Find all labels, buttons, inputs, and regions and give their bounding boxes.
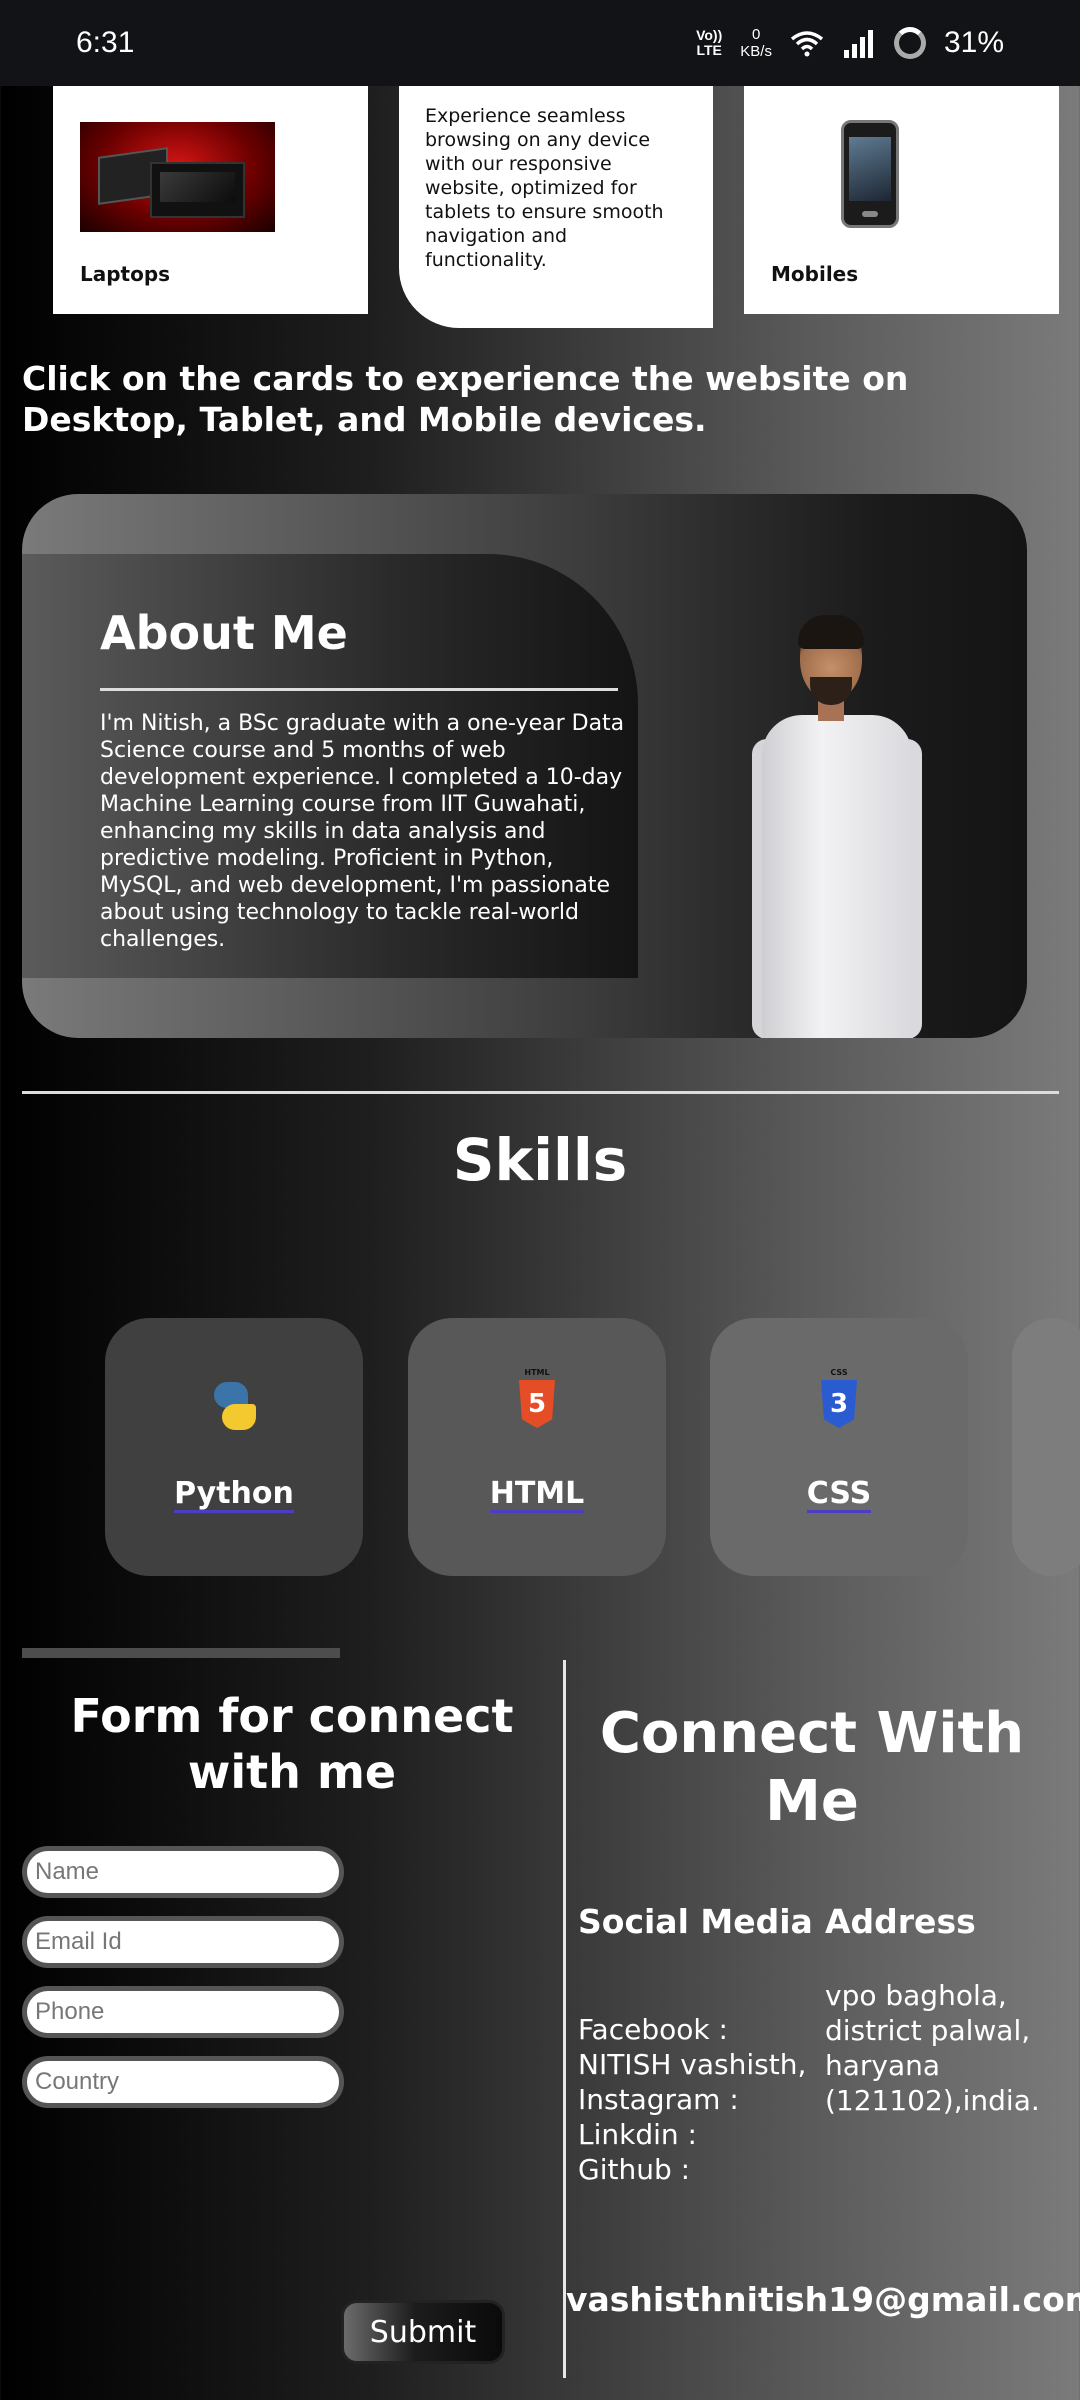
mobile-phone-image	[841, 120, 899, 228]
tablet-card[interactable]: Experience seamless browsing on any devi…	[399, 86, 713, 328]
status-time: 6:31	[76, 26, 135, 59]
about-divider	[100, 688, 618, 691]
connect-title: Connect With Me	[599, 1701, 1025, 1834]
address-text: vpo baghola, district palwal, haryana (1…	[825, 1979, 1040, 2117]
name-field[interactable]	[22, 1846, 344, 1898]
email-link[interactable]: vashisthnitish19@gmail.com	[566, 2280, 1080, 2319]
address-title: Address	[825, 1902, 976, 1941]
about-section: About Me I'm Nitish, a BSc graduate with…	[22, 494, 1027, 1038]
volte-top: Vo))	[696, 27, 723, 43]
network-speed: 0 KB/s	[740, 26, 772, 60]
phone-field[interactable]	[22, 1986, 344, 2038]
mobiles-card[interactable]: Mobiles	[744, 86, 1059, 314]
html5-icon-tag: HTML	[524, 1368, 550, 1377]
skill-name-css[interactable]: CSS	[806, 1478, 872, 1513]
instagram-link[interactable]: Instagram :	[578, 2082, 818, 2117]
form-title: Form for connect with me	[70, 1689, 514, 1799]
speed-value: 0	[751, 26, 761, 43]
laptops-image	[80, 122, 275, 232]
css3-icon-tag: CSS	[830, 1368, 848, 1377]
about-paragraph: I'm Nitish, a BSc graduate with a one-ye…	[100, 711, 625, 952]
device-cards: Laptops Experience seamless browsing on …	[53, 86, 1059, 330]
submit-button[interactable]: Submit	[341, 2300, 505, 2364]
skill-name-html[interactable]: HTML	[489, 1478, 585, 1513]
email-field[interactable]	[22, 1916, 344, 1968]
linkedin-link[interactable]: Linkdin :	[578, 2117, 818, 2152]
skill-card-css[interactable]: CSS 3 CSS	[710, 1318, 968, 1576]
skill-card-partial[interactable]	[1012, 1318, 1080, 1576]
status-bar: 6:31 Vo)) LTE 0 KB/s 31%	[0, 0, 1080, 86]
skill-name-python[interactable]: Python	[174, 1478, 294, 1513]
laptop-shape-front	[150, 162, 245, 218]
laptops-card[interactable]: Laptops	[53, 86, 368, 314]
photo-beard	[810, 677, 852, 705]
country-field[interactable]	[22, 2056, 344, 2108]
about-title: About Me	[100, 606, 348, 660]
skills-title: Skills	[452, 1126, 628, 1194]
battery-icon	[893, 27, 926, 59]
tablet-description: Experience seamless browsing on any devi…	[425, 105, 664, 271]
html5-icon-shield: 5	[519, 1380, 555, 1428]
vertical-divider	[563, 1660, 566, 2378]
volte-bottom: LTE	[696, 42, 722, 58]
section-divider	[22, 1091, 1059, 1094]
photo-hair	[798, 615, 864, 649]
cards-instruction: Click on the cards to experience the web…	[22, 359, 909, 439]
css3-icon-shield: 3	[821, 1380, 857, 1428]
python-icon	[204, 1376, 264, 1436]
laptops-label: Laptops	[80, 262, 171, 286]
form-accent-bar	[22, 1648, 340, 1658]
profile-photo	[752, 615, 922, 1038]
battery-percent: 31%	[943, 26, 1004, 59]
css3-icon: CSS 3	[809, 1368, 869, 1436]
social-media-list: Facebook : NITISH vashisth, Instagram : …	[578, 2012, 818, 2187]
volte-icon: Vo)) LTE	[696, 28, 722, 58]
status-icons: Vo)) LTE 0 KB/s 31%	[696, 26, 1004, 60]
wifi-icon	[790, 31, 824, 57]
github-link[interactable]: Github :	[578, 2152, 818, 2187]
mobiles-label: Mobiles	[771, 262, 859, 286]
signal-icon	[843, 30, 873, 58]
speed-unit: KB/s	[740, 43, 772, 60]
html5-icon: HTML 5	[507, 1368, 567, 1436]
facebook-link[interactable]: Facebook : NITISH vashisth,	[578, 2012, 818, 2082]
skill-card-python[interactable]: Python	[105, 1318, 363, 1576]
skill-card-html[interactable]: HTML 5 HTML	[408, 1318, 666, 1576]
social-media-title: Social Media	[578, 1902, 813, 1941]
python-icon-yellow	[222, 1404, 256, 1430]
photo-shirt	[762, 715, 912, 1038]
